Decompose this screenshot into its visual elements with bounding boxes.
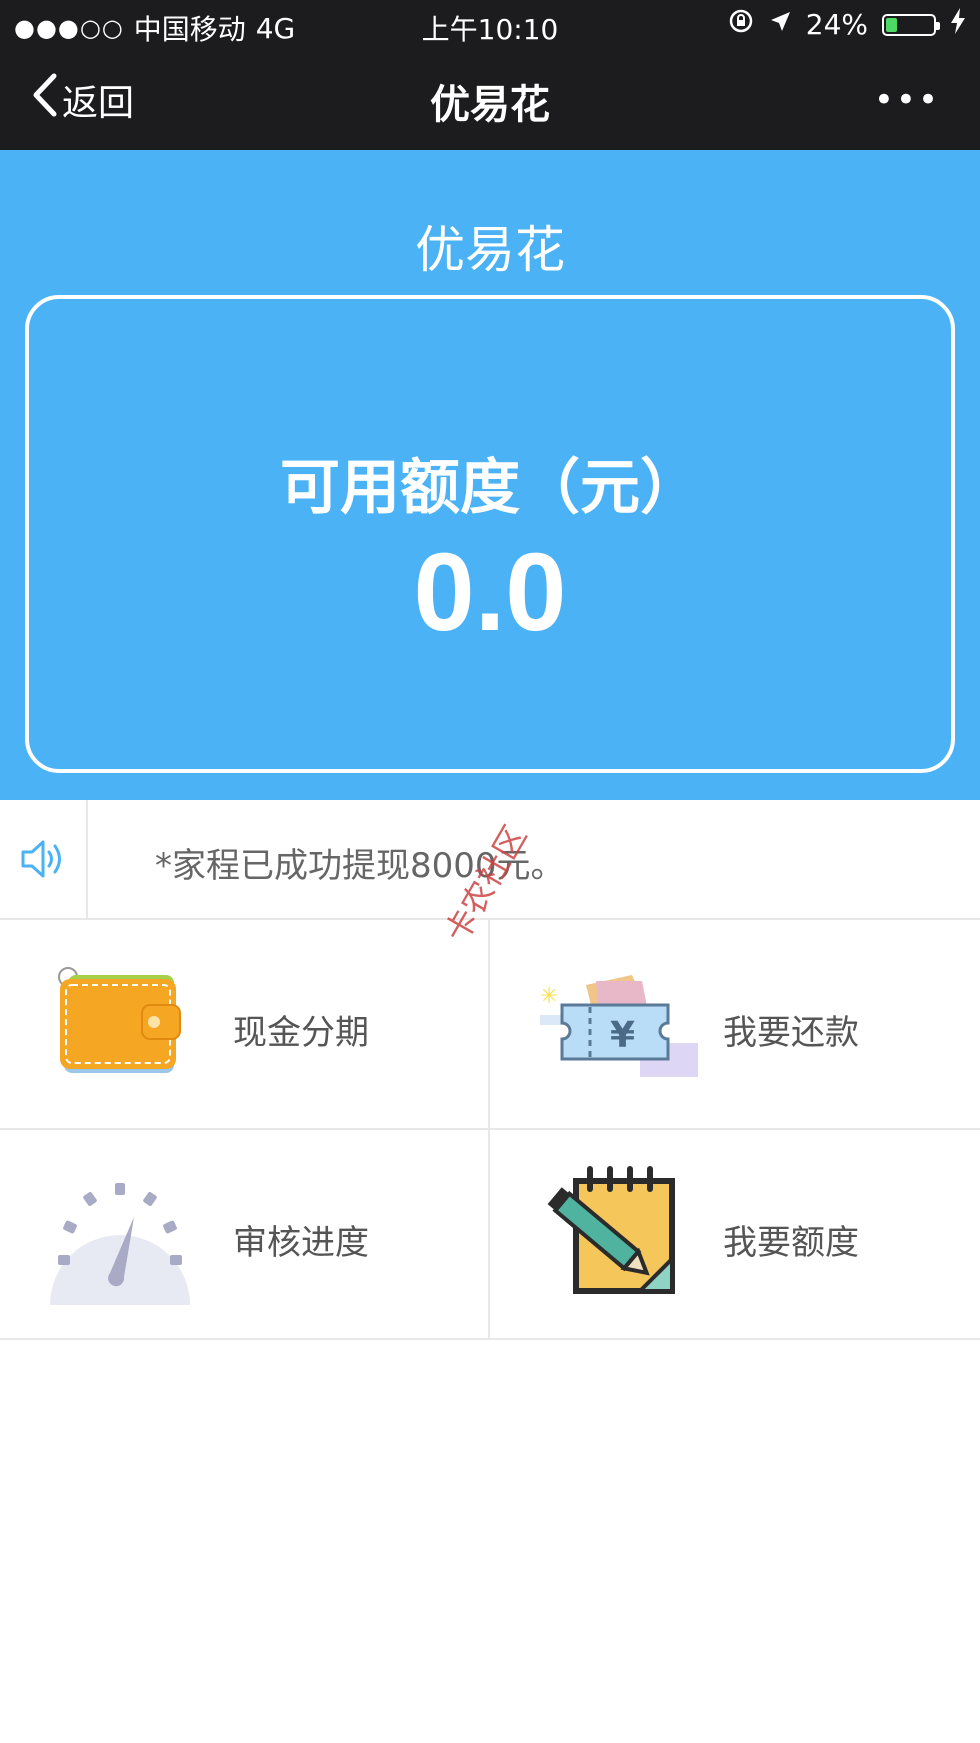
ticket-yen-icon: ✳ ¥: [520, 955, 698, 1095]
charging-bolt-icon: [950, 8, 966, 41]
notice-bar: *家程已成功提现8000元。: [0, 800, 980, 920]
menu-label: 审核进度: [233, 1223, 369, 1263]
battery-icon: [882, 13, 940, 36]
menu-item-repayment[interactable]: ✳ ¥ 我要还款: [490, 920, 980, 1130]
notepad-pencil-icon: [540, 1165, 680, 1305]
menu-item-review-progress[interactable]: 审核进度: [0, 1130, 490, 1340]
credit-amount: 0.0: [413, 531, 567, 654]
brand-title: 优易花: [415, 221, 565, 279]
svg-text:✳: ✳: [540, 984, 558, 1009]
battery-percent: 24%: [805, 8, 868, 41]
menu-label: 我要额度: [723, 1223, 859, 1263]
speaker-icon: [0, 800, 88, 918]
location-arrow-icon: [768, 8, 792, 41]
gauge-icon: [50, 1165, 190, 1305]
svg-text:¥: ¥: [610, 1015, 635, 1056]
menu-label: 现金分期: [233, 1013, 369, 1053]
status-bar: ●●●○○ 中国移动 4G 上午10:10 24%: [0, 0, 980, 50]
credit-card-panel: 可用额度（元） 0.0: [25, 295, 955, 773]
credit-hero: 优易花 可用额度（元） 0.0: [0, 150, 980, 800]
notice-text: *家程已成功提现8000元。: [155, 846, 565, 886]
wallet-icon: [50, 955, 190, 1095]
menu-grid: 现金分期 ✳ ¥ 我要还款 审核进度 我要额度: [0, 920, 980, 1340]
menu-label: 我要还款: [723, 1013, 859, 1053]
more-options-button[interactable]: •••: [874, 80, 940, 120]
nav-bar: 返回 优易花 •••: [0, 50, 980, 150]
rotation-lock-icon: [728, 8, 754, 41]
credit-label: 可用额度（元）: [280, 453, 700, 523]
menu-item-request-credit[interactable]: 我要额度: [490, 1130, 980, 1340]
page-title: 优易花: [430, 82, 550, 128]
battery-fill: [886, 17, 897, 32]
menu-item-cash-installment[interactable]: 现金分期: [0, 920, 490, 1130]
